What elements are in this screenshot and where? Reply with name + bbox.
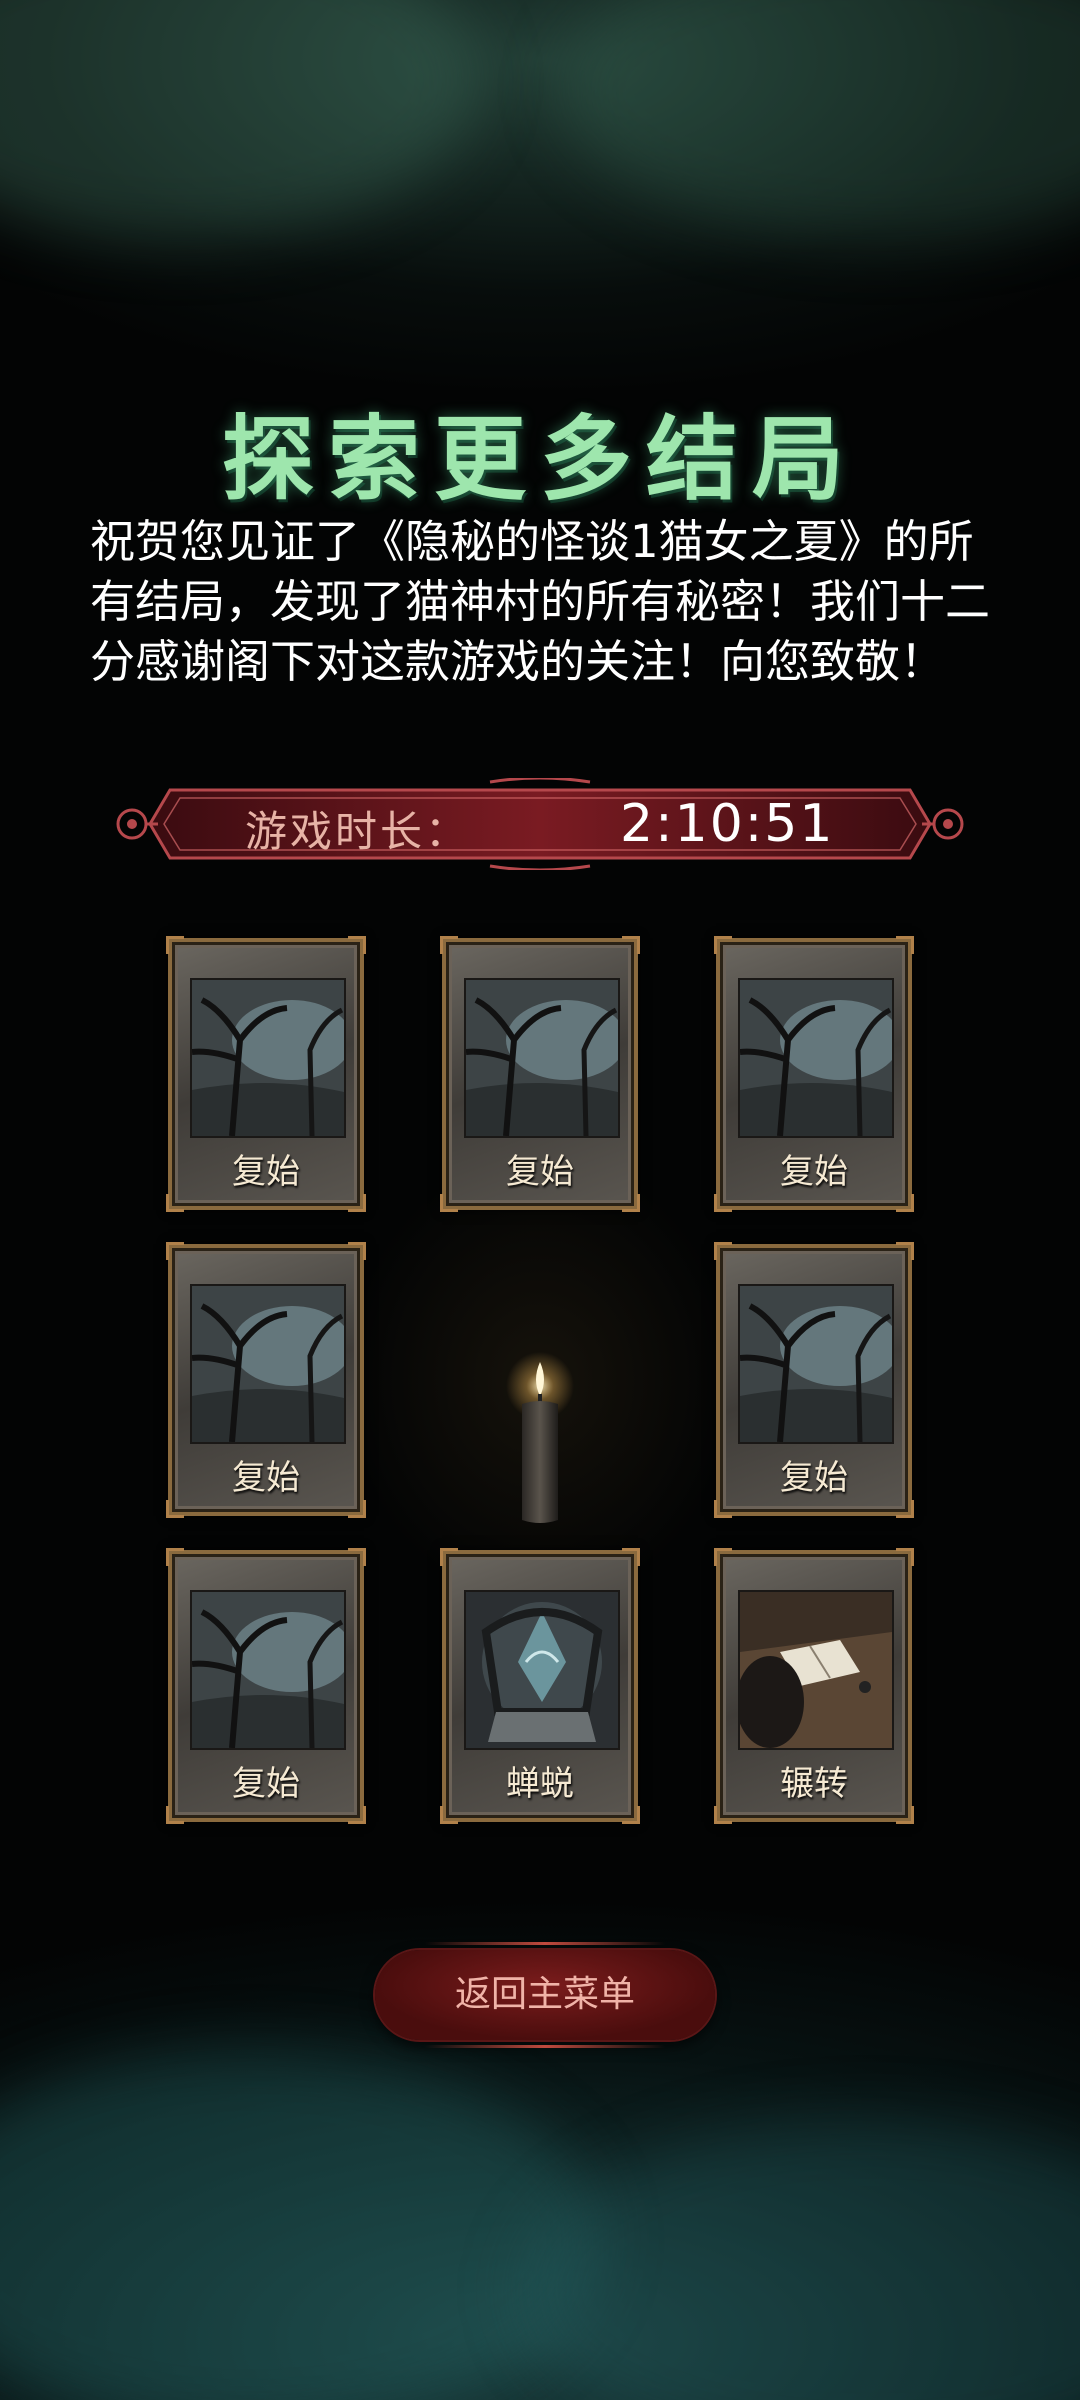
- ending-card-1[interactable]: 复始: [166, 936, 366, 1212]
- banner-ornament: [116, 778, 964, 870]
- forest-illustration: [190, 1590, 346, 1750]
- return-main-menu-label: 返回主菜单: [454, 1974, 635, 2015]
- forest-illustration: [190, 978, 346, 1138]
- ending-label: 复始: [232, 1152, 300, 1192]
- forest-illustration: [464, 978, 620, 1138]
- smoke-top-left: [0, 0, 480, 240]
- ending-label: 辗转: [780, 1764, 848, 1804]
- congratulation-message: 祝贺您见证了《隐秘的怪谈1猫女之夏》的所有结局，发现了猫神村的所有秘密！我们十二…: [90, 515, 991, 688]
- ending-label: 复始: [780, 1152, 848, 1192]
- smoke-top-right: [560, 0, 1080, 240]
- ending-card-7[interactable]: 蝉蜕: [440, 1548, 640, 1824]
- ending-card-8[interactable]: 辗转: [714, 1548, 914, 1824]
- ending-label: 复始: [780, 1458, 848, 1498]
- ending-card-3[interactable]: 复始: [714, 936, 914, 1212]
- playtime-banner: 游戏时长： 2:10:51: [110, 778, 970, 870]
- ending-card-5[interactable]: 复始: [714, 1242, 914, 1518]
- smoke-bottom-left: [0, 2050, 600, 2400]
- page-title: 探索更多结局: [221, 405, 858, 513]
- game-screen: 探索更多结局 祝贺您见证了《隐秘的怪谈1猫女之夏》的所有结局，发现了猫神村的所有…: [0, 0, 1080, 2400]
- ending-label: 复始: [232, 1764, 300, 1804]
- forest-illustration: [738, 1284, 894, 1444]
- forest-illustration: [190, 1284, 346, 1444]
- book-desk-illustration: [738, 1590, 894, 1750]
- ending-label: 复始: [232, 1458, 300, 1498]
- ending-label: 复始: [506, 1152, 574, 1192]
- return-main-menu-button[interactable]: 返回主菜单: [375, 1942, 715, 2048]
- candle-icon: [500, 1350, 580, 1530]
- ending-card-6[interactable]: 复始: [166, 1548, 366, 1824]
- smoke-bottom-right: [520, 2120, 1080, 2400]
- playtime-label: 游戏时长：: [245, 807, 471, 856]
- button-top-line: [425, 1942, 665, 1945]
- throne-illustration: [464, 1590, 620, 1750]
- playtime-value: 2:10:51: [620, 794, 835, 854]
- button-bottom-line: [425, 2045, 665, 2048]
- ending-label: 蝉蜕: [506, 1764, 574, 1804]
- ending-card-2[interactable]: 复始: [440, 936, 640, 1212]
- ending-card-4[interactable]: 复始: [166, 1242, 366, 1518]
- forest-illustration: [738, 978, 894, 1138]
